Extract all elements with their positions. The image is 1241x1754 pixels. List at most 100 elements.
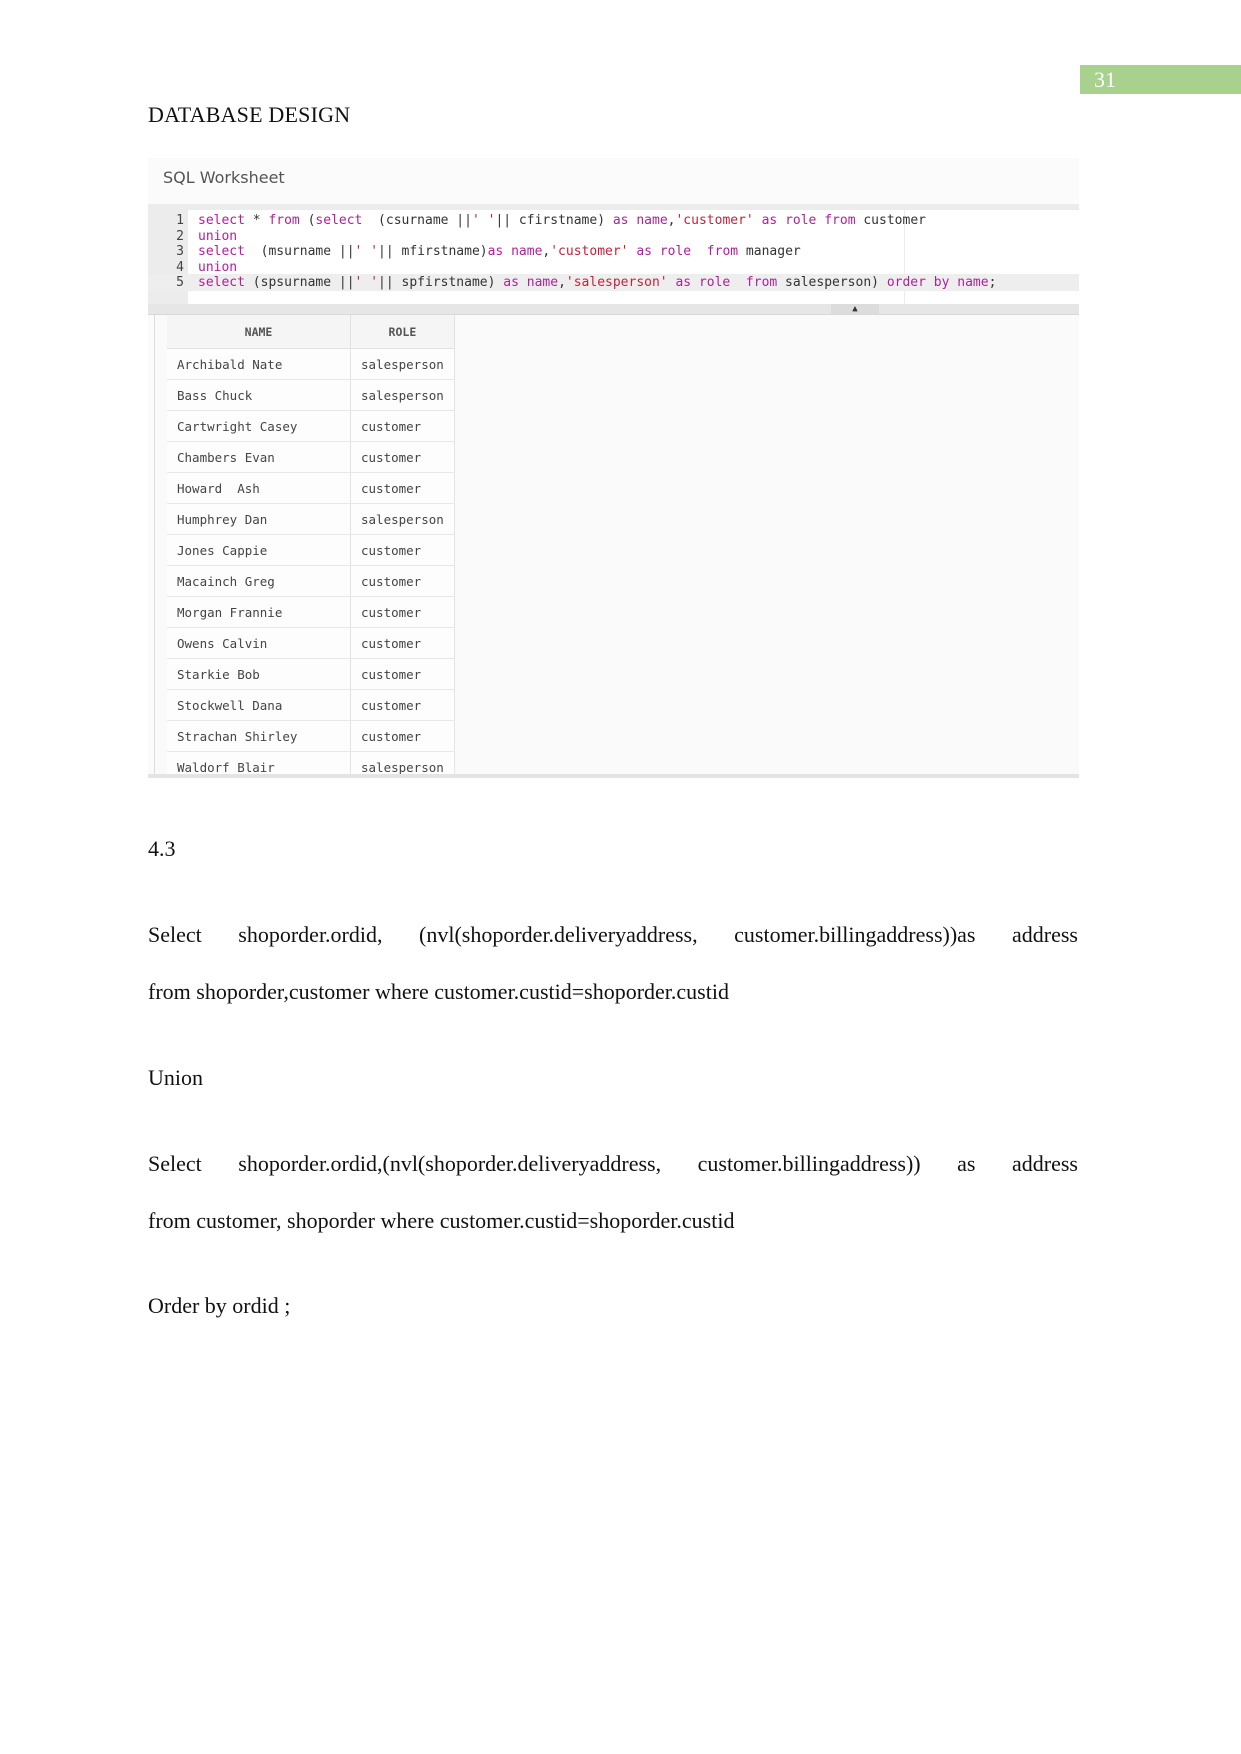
sql-keyword: from bbox=[745, 275, 778, 291]
sql-string: 'salesperson' bbox=[565, 275, 668, 291]
sql-text: (spsurname || bbox=[244, 275, 355, 291]
table-row[interactable]: Chambers Evan customer bbox=[167, 441, 455, 473]
cell-name: Stockwell Dana bbox=[167, 689, 351, 721]
sql-keyword: select bbox=[198, 275, 245, 291]
line-number: 4 bbox=[176, 259, 184, 275]
query2-line1: Select shoporder.ordid,(nvl(shoporder.de… bbox=[148, 1151, 1078, 1176]
cell-role: customer bbox=[350, 627, 455, 659]
cell-name: Howard Ash bbox=[167, 472, 351, 504]
table-row[interactable]: Cartwright Casey customer bbox=[167, 410, 455, 442]
table-row[interactable]: Jones Cappie customer bbox=[167, 534, 455, 566]
collapse-handle[interactable]: ▲ bbox=[831, 304, 879, 314]
sql-string: ' ' bbox=[354, 244, 379, 260]
sql-text: , bbox=[558, 275, 566, 291]
sql-keyword: as role bbox=[636, 244, 692, 260]
sql-text: ( bbox=[299, 213, 316, 228]
code-line[interactable]: 4 union bbox=[148, 259, 1079, 276]
sql-text: ; bbox=[988, 275, 997, 291]
cell-role: customer bbox=[350, 720, 455, 752]
sql-keyword: from bbox=[824, 213, 856, 228]
cell-role: customer bbox=[350, 689, 455, 721]
table-row[interactable]: Owens Calvin customer bbox=[167, 627, 455, 659]
results-body: Archibald Nate salesperson Bass Chuck sales… bbox=[167, 348, 455, 778]
results-bottom-border bbox=[148, 774, 1079, 778]
code-line[interactable]: 1 select * from (select (csurname ||' '||… bbox=[148, 212, 1079, 229]
table-row[interactable]: Strachan Shirley customer bbox=[167, 720, 455, 752]
table-row[interactable]: Starkie Bob customer bbox=[167, 658, 455, 690]
union-keyword: Union bbox=[148, 1065, 203, 1090]
page-number: 31 bbox=[1080, 65, 1241, 94]
sql-text: || cfirstname) bbox=[495, 213, 613, 228]
cell-role: salesperson bbox=[350, 348, 455, 380]
cell-name: Chambers Evan bbox=[167, 441, 351, 473]
section-number: 4.3 bbox=[148, 836, 176, 861]
column-header-role[interactable]: ROLE bbox=[350, 315, 455, 349]
query1-line1: Select shoporder.ordid, (nvl(shoporder.d… bbox=[148, 922, 1078, 947]
sql-keyword: as role bbox=[675, 275, 731, 291]
cell-name: Archibald Nate bbox=[167, 348, 351, 380]
worksheet-title: SQL Worksheet bbox=[163, 168, 285, 187]
cell-name: Jones Cappie bbox=[167, 534, 351, 566]
sql-text: manager bbox=[738, 244, 801, 260]
table-row[interactable]: Bass Chuck salesperson bbox=[167, 379, 455, 411]
cell-role: customer bbox=[350, 472, 455, 504]
sql-string: ' ' bbox=[354, 275, 379, 291]
line-number: 2 bbox=[176, 228, 184, 244]
sql-worksheet-screenshot: SQL Worksheet 1 select * from (select (cs… bbox=[148, 158, 1079, 778]
sql-keyword: order by name bbox=[886, 275, 989, 291]
column-header-name[interactable]: NAME bbox=[167, 315, 351, 349]
sql-keyword: select bbox=[315, 213, 363, 228]
triangle-up-icon: ▲ bbox=[852, 304, 858, 314]
cell-role: customer bbox=[350, 565, 455, 597]
query2-line2: from customer, shoporder where customer.… bbox=[148, 1208, 735, 1233]
cell-role: salesperson bbox=[350, 503, 455, 535]
sql-string: 'customer' bbox=[550, 244, 629, 260]
sql-keyword: select bbox=[198, 213, 245, 228]
sql-text: customer bbox=[855, 213, 926, 228]
table-row[interactable]: Macainch Greg customer bbox=[167, 565, 455, 597]
sql-keyword: from bbox=[268, 213, 300, 228]
sql-text: * bbox=[244, 213, 269, 228]
line-number: 3 bbox=[176, 244, 184, 260]
table-row[interactable]: Howard Ash customer bbox=[167, 472, 455, 504]
pane-splitter[interactable]: ▲ bbox=[148, 304, 1079, 315]
table-row[interactable]: Archibald Nate salesperson bbox=[167, 348, 455, 380]
results-header-row: NAME ROLE bbox=[167, 315, 455, 349]
cell-role: customer bbox=[350, 658, 455, 690]
sql-keyword: union bbox=[198, 259, 238, 275]
code-line[interactable]: 2 union bbox=[148, 228, 1079, 245]
code-line[interactable]: 5 select (spsurname ||' '|| spfirstname) … bbox=[148, 274, 1079, 292]
cell-name: Morgan Frannie bbox=[167, 596, 351, 628]
sql-keyword: as role bbox=[761, 213, 817, 228]
query1-line2: from shoporder,customer where customer.c… bbox=[148, 979, 729, 1004]
page-heading: DATABASE DESIGN bbox=[148, 102, 351, 127]
sql-keyword: as name bbox=[612, 213, 668, 228]
order-by-clause: Order by ordid ; bbox=[148, 1293, 291, 1318]
sql-text: salesperson) bbox=[777, 275, 887, 291]
sql-text: || mfirstname) bbox=[378, 244, 488, 260]
cell-name: Bass Chuck bbox=[167, 379, 351, 411]
sql-text: (msurname || bbox=[244, 244, 355, 260]
code-line[interactable]: 3 select (msurname ||' '|| mfirstname)as … bbox=[148, 243, 1079, 260]
table-row[interactable]: Morgan Frannie customer bbox=[167, 596, 455, 628]
results-table: NAME ROLE Archibald Nate salesperson Bass … bbox=[167, 315, 455, 778]
cell-role: customer bbox=[350, 596, 455, 628]
cell-name: Humphrey Dan bbox=[167, 503, 351, 535]
cell-name: Macainch Greg bbox=[167, 565, 351, 597]
cell-role: salesperson bbox=[350, 379, 455, 411]
cell-name: Owens Calvin bbox=[167, 627, 351, 659]
sql-keyword: from bbox=[706, 244, 739, 260]
sql-text: || spfirstname) bbox=[378, 275, 504, 291]
sql-editor[interactable]: 1 select * from (select (csurname ||' '||… bbox=[148, 204, 1079, 304]
table-row[interactable]: Humphrey Dan salesperson bbox=[167, 503, 455, 535]
cell-role: customer bbox=[350, 441, 455, 473]
results-pane: NAME ROLE Archibald Nate salesperson Bass … bbox=[154, 315, 1079, 778]
table-row[interactable]: Stockwell Dana customer bbox=[167, 689, 455, 721]
sql-keyword: as name bbox=[487, 244, 543, 260]
cell-role: customer bbox=[350, 534, 455, 566]
sql-string: 'customer' bbox=[675, 213, 754, 228]
line-number: 1 bbox=[176, 213, 184, 228]
cell-name: Strachan Shirley bbox=[167, 720, 351, 752]
